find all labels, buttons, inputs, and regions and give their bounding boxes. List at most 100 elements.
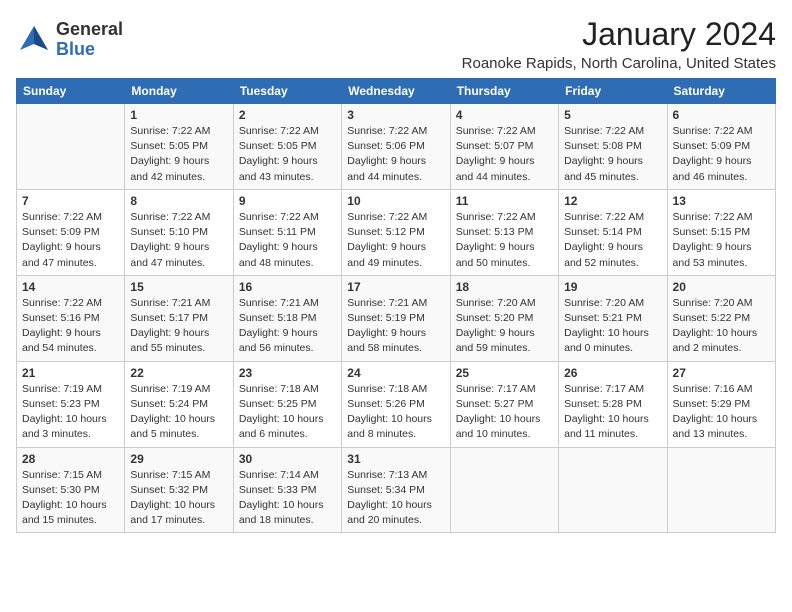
calendar-week-row: 28Sunrise: 7:15 AM Sunset: 5:30 PM Dayli…: [17, 447, 776, 533]
calendar-cell: 10 Sunrise: 7:22 AM Sunset: 5:12 PM Dayli…: [342, 189, 450, 275]
calendar-cell: 20Sunrise: 7:20 AM Sunset: 5:22 PM Dayli…: [667, 275, 775, 361]
calendar-cell: 13 Sunrise: 7:22 AM Sunset: 5:15 PM Dayli…: [667, 189, 775, 275]
calendar-table: SundayMondayTuesdayWednesdayThursdayFrid…: [16, 78, 776, 533]
calendar-cell: 18 Sunrise: 7:20 AM Sunset: 5:20 PM Dayli…: [450, 275, 558, 361]
day-number: 21: [22, 366, 119, 380]
day-info: Sunrise: 7:22 AM Sunset: 5:10 PM Dayligh…: [130, 210, 227, 271]
title-block: January 2024 Roanoke Rapids, North Carol…: [462, 16, 776, 72]
day-number: 11: [456, 194, 553, 208]
calendar-cell: 7Sunrise: 7:22 AM Sunset: 5:09 PM Daylig…: [17, 189, 125, 275]
day-number: 28: [22, 452, 119, 466]
day-info: Sunrise: 7:21 AM Sunset: 5:19 PM Dayligh…: [347, 296, 444, 357]
calendar-cell: 16Sunrise: 7:21 AM Sunset: 5:18 PM Dayli…: [233, 275, 341, 361]
calendar-cell: 4 Sunrise: 7:22 AM Sunset: 5:07 PM Daylig…: [450, 104, 558, 190]
calendar-cell: 25Sunrise: 7:17 AM Sunset: 5:27 PM Dayli…: [450, 361, 558, 447]
weekday-header: Sunday: [17, 79, 125, 104]
page-header: General Blue January 2024 Roanoke Rapids…: [16, 16, 776, 72]
day-info: Sunrise: 7:22 AM Sunset: 5:15 PM Dayligh…: [673, 210, 770, 271]
calendar-cell: 29 Sunrise: 7:15 AM Sunset: 5:32 PM Dayli…: [125, 447, 233, 533]
day-info: Sunrise: 7:22 AM Sunset: 5:05 PM Dayligh…: [130, 124, 227, 185]
day-info: Sunrise: 7:19 AM Sunset: 5:24 PM Dayligh…: [130, 382, 227, 443]
calendar-cell: 3 Sunrise: 7:22 AM Sunset: 5:06 PM Daylig…: [342, 104, 450, 190]
calendar-week-row: 21 Sunrise: 7:19 AM Sunset: 5:23 PM Dayli…: [17, 361, 776, 447]
calendar-cell: [559, 447, 667, 533]
calendar-week-row: 1 Sunrise: 7:22 AM Sunset: 5:05 PM Daylig…: [17, 104, 776, 190]
day-info: Sunrise: 7:19 AM Sunset: 5:23 PM Dayligh…: [22, 382, 119, 443]
day-number: 25: [456, 366, 553, 380]
day-info: Sunrise: 7:21 AM Sunset: 5:17 PM Dayligh…: [130, 296, 227, 357]
day-info: Sunrise: 7:22 AM Sunset: 5:16 PM Dayligh…: [22, 296, 119, 357]
day-info: Sunrise: 7:17 AM Sunset: 5:28 PM Dayligh…: [564, 382, 661, 443]
day-number: 31: [347, 452, 444, 466]
calendar-cell: 15 Sunrise: 7:21 AM Sunset: 5:17 PM Dayli…: [125, 275, 233, 361]
calendar-body: 1 Sunrise: 7:22 AM Sunset: 5:05 PM Daylig…: [17, 104, 776, 533]
day-info: Sunrise: 7:22 AM Sunset: 5:09 PM Dayligh…: [673, 124, 770, 185]
day-info: Sunrise: 7:22 AM Sunset: 5:06 PM Dayligh…: [347, 124, 444, 185]
day-number: 7: [22, 194, 119, 208]
day-number: 26: [564, 366, 661, 380]
day-number: 5: [564, 108, 661, 122]
day-info: Sunrise: 7:18 AM Sunset: 5:25 PM Dayligh…: [239, 382, 336, 443]
calendar-cell: 12 Sunrise: 7:22 AM Sunset: 5:14 PM Dayli…: [559, 189, 667, 275]
calendar-cell: 5Sunrise: 7:22 AM Sunset: 5:08 PM Daylig…: [559, 104, 667, 190]
day-number: 13: [673, 194, 770, 208]
day-info: Sunrise: 7:16 AM Sunset: 5:29 PM Dayligh…: [673, 382, 770, 443]
logo-icon: [16, 22, 52, 58]
day-info: Sunrise: 7:20 AM Sunset: 5:22 PM Dayligh…: [673, 296, 770, 357]
month-title: January 2024: [462, 16, 776, 53]
logo-general: General: [56, 20, 123, 40]
day-info: Sunrise: 7:14 AM Sunset: 5:33 PM Dayligh…: [239, 468, 336, 529]
day-info: Sunrise: 7:15 AM Sunset: 5:32 PM Dayligh…: [130, 468, 227, 529]
day-info: Sunrise: 7:22 AM Sunset: 5:07 PM Dayligh…: [456, 124, 553, 185]
day-info: Sunrise: 7:20 AM Sunset: 5:21 PM Dayligh…: [564, 296, 661, 357]
day-number: 1: [130, 108, 227, 122]
day-number: 15: [130, 280, 227, 294]
day-info: Sunrise: 7:22 AM Sunset: 5:14 PM Dayligh…: [564, 210, 661, 271]
calendar-cell: 26 Sunrise: 7:17 AM Sunset: 5:28 PM Dayli…: [559, 361, 667, 447]
calendar-cell: 28Sunrise: 7:15 AM Sunset: 5:30 PM Dayli…: [17, 447, 125, 533]
day-number: 29: [130, 452, 227, 466]
calendar-week-row: 14 Sunrise: 7:22 AM Sunset: 5:16 PM Dayli…: [17, 275, 776, 361]
calendar-cell: 24Sunrise: 7:18 AM Sunset: 5:26 PM Dayli…: [342, 361, 450, 447]
calendar-cell: 19 Sunrise: 7:20 AM Sunset: 5:21 PM Dayli…: [559, 275, 667, 361]
day-number: 14: [22, 280, 119, 294]
day-info: Sunrise: 7:22 AM Sunset: 5:05 PM Dayligh…: [239, 124, 336, 185]
day-info: Sunrise: 7:22 AM Sunset: 5:13 PM Dayligh…: [456, 210, 553, 271]
day-info: Sunrise: 7:18 AM Sunset: 5:26 PM Dayligh…: [347, 382, 444, 443]
calendar-cell: 8 Sunrise: 7:22 AM Sunset: 5:10 PM Daylig…: [125, 189, 233, 275]
day-number: 19: [564, 280, 661, 294]
day-number: 16: [239, 280, 336, 294]
day-number: 23: [239, 366, 336, 380]
header-row: SundayMondayTuesdayWednesdayThursdayFrid…: [17, 79, 776, 104]
calendar-cell: 17 Sunrise: 7:21 AM Sunset: 5:19 PM Dayli…: [342, 275, 450, 361]
day-number: 10: [347, 194, 444, 208]
day-number: 2: [239, 108, 336, 122]
day-info: Sunrise: 7:22 AM Sunset: 5:12 PM Dayligh…: [347, 210, 444, 271]
day-info: Sunrise: 7:20 AM Sunset: 5:20 PM Dayligh…: [456, 296, 553, 357]
day-number: 8: [130, 194, 227, 208]
calendar-cell: [17, 104, 125, 190]
day-number: 12: [564, 194, 661, 208]
logo-text: General Blue: [56, 20, 123, 60]
logo-blue: Blue: [56, 40, 123, 60]
calendar-cell: 2 Sunrise: 7:22 AM Sunset: 5:05 PM Daylig…: [233, 104, 341, 190]
calendar-cell: 30 Sunrise: 7:14 AM Sunset: 5:33 PM Dayli…: [233, 447, 341, 533]
calendar-cell: 27Sunrise: 7:16 AM Sunset: 5:29 PM Dayli…: [667, 361, 775, 447]
weekday-header: Monday: [125, 79, 233, 104]
weekday-header: Tuesday: [233, 79, 341, 104]
calendar-cell: [450, 447, 558, 533]
calendar-cell: 9Sunrise: 7:22 AM Sunset: 5:11 PM Daylig…: [233, 189, 341, 275]
weekday-header: Thursday: [450, 79, 558, 104]
day-number: 3: [347, 108, 444, 122]
weekday-header: Wednesday: [342, 79, 450, 104]
calendar-week-row: 7Sunrise: 7:22 AM Sunset: 5:09 PM Daylig…: [17, 189, 776, 275]
calendar-cell: 31Sunrise: 7:13 AM Sunset: 5:34 PM Dayli…: [342, 447, 450, 533]
day-number: 6: [673, 108, 770, 122]
day-number: 17: [347, 280, 444, 294]
day-number: 30: [239, 452, 336, 466]
location-title: Roanoke Rapids, North Carolina, United S…: [462, 55, 776, 72]
calendar-header: SundayMondayTuesdayWednesdayThursdayFrid…: [17, 79, 776, 104]
weekday-header: Friday: [559, 79, 667, 104]
day-number: 4: [456, 108, 553, 122]
day-number: 18: [456, 280, 553, 294]
